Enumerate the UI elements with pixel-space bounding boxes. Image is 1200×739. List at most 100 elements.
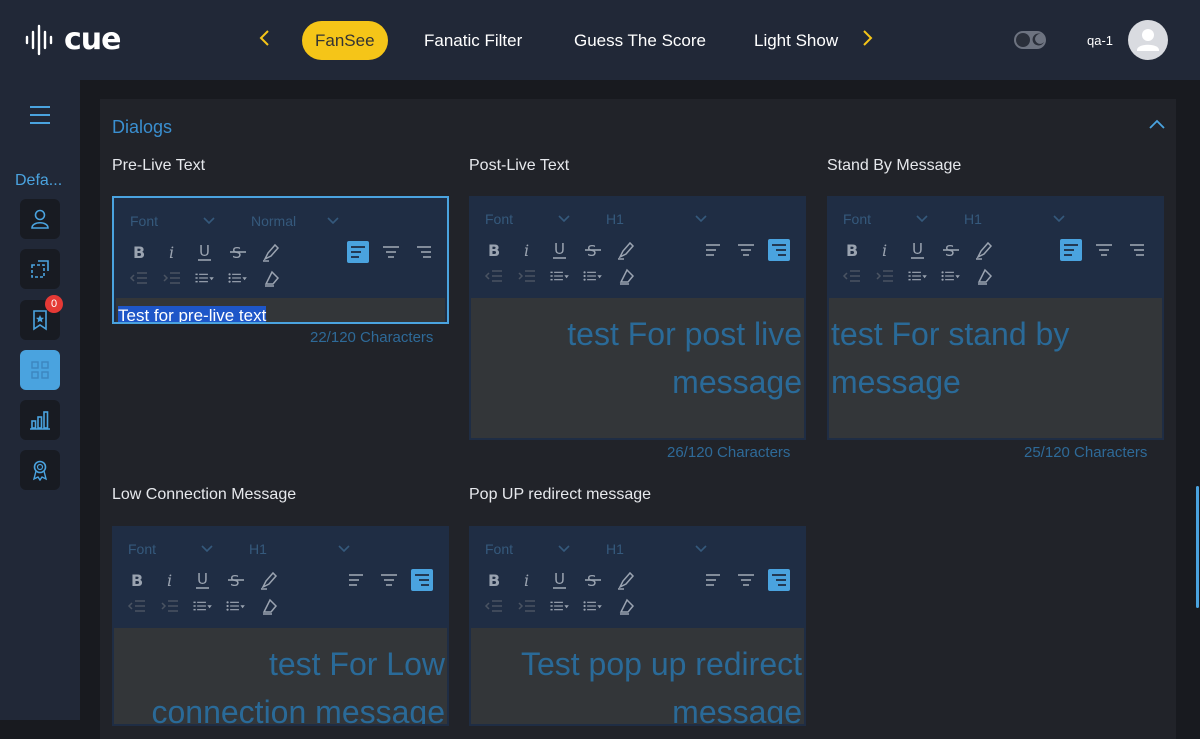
indent-icon[interactable]	[159, 595, 181, 617]
align-right-icon[interactable]	[768, 239, 790, 261]
italic-icon[interactable]: i	[874, 239, 896, 261]
font-dropdown[interactable]: Font	[843, 211, 929, 227]
scrollbar[interactable]	[1196, 486, 1199, 608]
highlighter-icon[interactable]	[260, 241, 282, 263]
strikethrough-icon[interactable]: S	[940, 239, 962, 261]
indent-icon[interactable]	[874, 265, 896, 287]
align-right-icon[interactable]	[1126, 239, 1148, 261]
nav-next-arrow-icon[interactable]	[858, 28, 878, 52]
indent-icon[interactable]	[516, 595, 538, 617]
clear-format-icon[interactable]	[258, 595, 280, 617]
strikethrough-icon[interactable]: S	[227, 241, 249, 263]
content-area[interactable]: test For stand by message	[829, 298, 1162, 438]
strikethrough-icon[interactable]: S	[582, 569, 604, 591]
sidebar-item-user[interactable]	[20, 199, 60, 239]
italic-icon[interactable]: i	[159, 569, 181, 591]
sidebar-item-analytics[interactable]	[20, 400, 60, 440]
numbered-list-icon[interactable]	[549, 265, 571, 287]
tab-fansee[interactable]: FanSee	[302, 21, 388, 60]
bold-icon[interactable]: B	[841, 239, 863, 261]
numbered-list-icon[interactable]	[192, 595, 214, 617]
editor-stand-by[interactable]: Font H1 Bi U Stest For stand by message	[827, 196, 1164, 440]
align-left-icon[interactable]	[345, 569, 367, 591]
font-dropdown[interactable]: Font	[128, 541, 214, 557]
highlighter-icon[interactable]	[973, 239, 995, 261]
bold-icon[interactable]: B	[483, 569, 505, 591]
align-left-icon[interactable]	[1060, 239, 1082, 261]
strikethrough-icon[interactable]: S	[582, 239, 604, 261]
outdent-icon[interactable]	[483, 595, 505, 617]
editor-low-connection[interactable]: Font H1 Bi U Stest For Low connection messag…	[112, 526, 449, 726]
bullet-list-icon[interactable]	[582, 595, 604, 617]
tab-fanatic-filter[interactable]: Fanatic Filter	[424, 21, 522, 60]
font-dropdown[interactable]: Font	[485, 211, 571, 227]
numbered-list-icon[interactable]	[907, 265, 929, 287]
content-area[interactable]: test For Low connection message	[114, 628, 447, 724]
hamburger-menu-icon[interactable]	[30, 106, 50, 124]
align-center-icon[interactable]	[380, 241, 402, 263]
size-dropdown[interactable]: H1	[249, 541, 351, 557]
editor-post-live[interactable]: Font H1 Bi U Stest For post live message	[469, 196, 806, 440]
content-area[interactable]: Test for pre-live text	[116, 298, 445, 322]
indent-icon[interactable]	[516, 265, 538, 287]
align-left-icon[interactable]	[702, 239, 724, 261]
sidebar-item-rewards[interactable]: 0	[20, 295, 63, 340]
highlighter-icon[interactable]	[615, 239, 637, 261]
align-center-icon[interactable]	[735, 569, 757, 591]
numbered-list-icon[interactable]	[549, 595, 571, 617]
logo[interactable]: cue	[24, 22, 121, 57]
align-left-icon[interactable]	[347, 241, 369, 263]
bullet-list-icon[interactable]	[227, 267, 249, 289]
highlighter-icon[interactable]	[258, 569, 280, 591]
underline-icon[interactable]: U	[549, 569, 571, 591]
highlighter-icon[interactable]	[615, 569, 637, 591]
align-right-icon[interactable]	[413, 241, 435, 263]
bullet-list-icon[interactable]	[940, 265, 962, 287]
size-dropdown[interactable]: H1	[606, 541, 708, 557]
sidebar-item-awards[interactable]	[20, 450, 60, 490]
clear-format-icon[interactable]	[615, 595, 637, 617]
size-dropdown[interactable]: H1	[964, 211, 1066, 227]
editor-pre-live[interactable]: Font Normal Bi U S Test for pre-live text	[112, 196, 449, 324]
outdent-icon[interactable]	[483, 265, 505, 287]
bullet-list-icon[interactable]	[225, 595, 247, 617]
italic-icon[interactable]: i	[161, 241, 183, 263]
sidebar-item-crop[interactable]	[20, 249, 60, 289]
italic-icon[interactable]: i	[516, 239, 538, 261]
bold-icon[interactable]: B	[128, 241, 150, 263]
chevron-up-icon[interactable]	[1148, 118, 1166, 132]
size-dropdown[interactable]: Normal	[251, 213, 340, 229]
italic-icon[interactable]: i	[516, 569, 538, 591]
underline-icon[interactable]: U	[907, 239, 929, 261]
underline-icon[interactable]: U	[194, 241, 216, 263]
outdent-icon[interactable]	[841, 265, 863, 287]
size-dropdown[interactable]: H1	[606, 211, 708, 227]
align-right-icon[interactable]	[768, 569, 790, 591]
content-area[interactable]: test For post live message	[471, 298, 804, 438]
tab-guess-the-score[interactable]: Guess The Score	[574, 21, 706, 60]
bold-icon[interactable]: B	[126, 569, 148, 591]
sidebar-item-grid[interactable]	[20, 350, 60, 390]
bullet-list-icon[interactable]	[582, 265, 604, 287]
theme-toggle[interactable]	[1014, 31, 1046, 49]
font-dropdown[interactable]: Font	[130, 213, 216, 229]
content-area[interactable]: Test pop up redirect message	[471, 628, 804, 724]
tab-light-show[interactable]: Light Show	[754, 21, 838, 60]
align-center-icon[interactable]	[378, 569, 400, 591]
clear-format-icon[interactable]	[260, 267, 282, 289]
align-center-icon[interactable]	[735, 239, 757, 261]
font-dropdown[interactable]: Font	[485, 541, 571, 557]
nav-prev-arrow-icon[interactable]	[254, 28, 274, 52]
underline-icon[interactable]: U	[192, 569, 214, 591]
strikethrough-icon[interactable]: S	[225, 569, 247, 591]
outdent-icon[interactable]	[126, 595, 148, 617]
outdent-icon[interactable]	[128, 267, 150, 289]
avatar[interactable]	[1128, 20, 1168, 60]
align-right-icon[interactable]	[411, 569, 433, 591]
bold-icon[interactable]: B	[483, 239, 505, 261]
clear-format-icon[interactable]	[973, 265, 995, 287]
align-center-icon[interactable]	[1093, 239, 1115, 261]
clear-format-icon[interactable]	[615, 265, 637, 287]
numbered-list-icon[interactable]	[194, 267, 216, 289]
indent-icon[interactable]	[161, 267, 183, 289]
